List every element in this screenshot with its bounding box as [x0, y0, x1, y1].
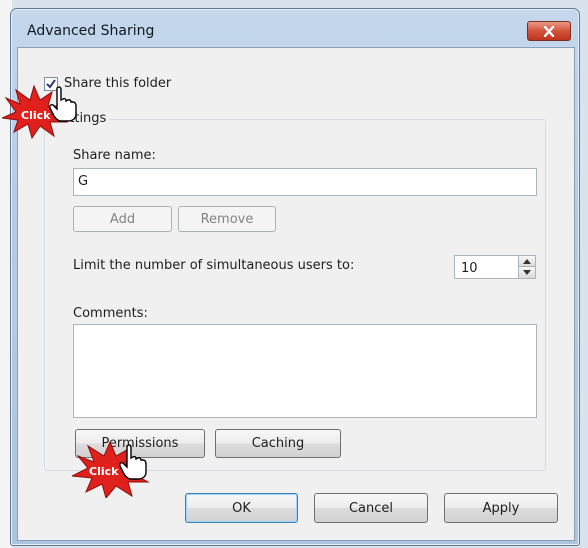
close-icon [543, 25, 555, 37]
hand-cursor-2 [118, 444, 148, 480]
share-name-input[interactable]: G [73, 168, 537, 196]
dialog-title: Advanced Sharing [27, 23, 155, 39]
ok-button[interactable]: OK [185, 493, 298, 523]
hand-pointer-icon [119, 444, 147, 480]
comments-label: Comments: [73, 306, 148, 321]
apply-button[interactable]: Apply [444, 493, 558, 523]
click-text-1: Click [21, 109, 51, 122]
remove-button[interactable]: Remove [178, 206, 276, 232]
close-button[interactable] [527, 21, 571, 41]
arrow-up-icon [523, 258, 531, 264]
arrow-down-icon [523, 270, 531, 275]
title-bar[interactable]: Advanced Sharing [11, 9, 579, 47]
add-button[interactable]: Add [73, 206, 172, 232]
spinner-up-button[interactable] [519, 256, 535, 267]
caching-button[interactable]: Caching [215, 429, 341, 458]
user-limit-spinner[interactable]: 10 [454, 255, 536, 279]
cancel-button[interactable]: Cancel [314, 493, 428, 523]
comments-textarea[interactable] [73, 324, 537, 418]
hand-cursor-1 [48, 86, 78, 122]
spinner-down-button[interactable] [519, 267, 535, 278]
hand-pointer-icon [49, 86, 77, 122]
click-text-2: Click [89, 465, 119, 478]
click-burst-icon: Click [70, 440, 150, 500]
spinner-buttons [518, 256, 535, 278]
click-annotation-2: Click [70, 440, 162, 500]
share-name-label: Share name: [73, 148, 156, 163]
user-limit-value: 10 [461, 261, 478, 276]
limit-users-label: Limit the number of simultaneous users t… [73, 258, 355, 273]
share-name-value: G [78, 174, 89, 189]
